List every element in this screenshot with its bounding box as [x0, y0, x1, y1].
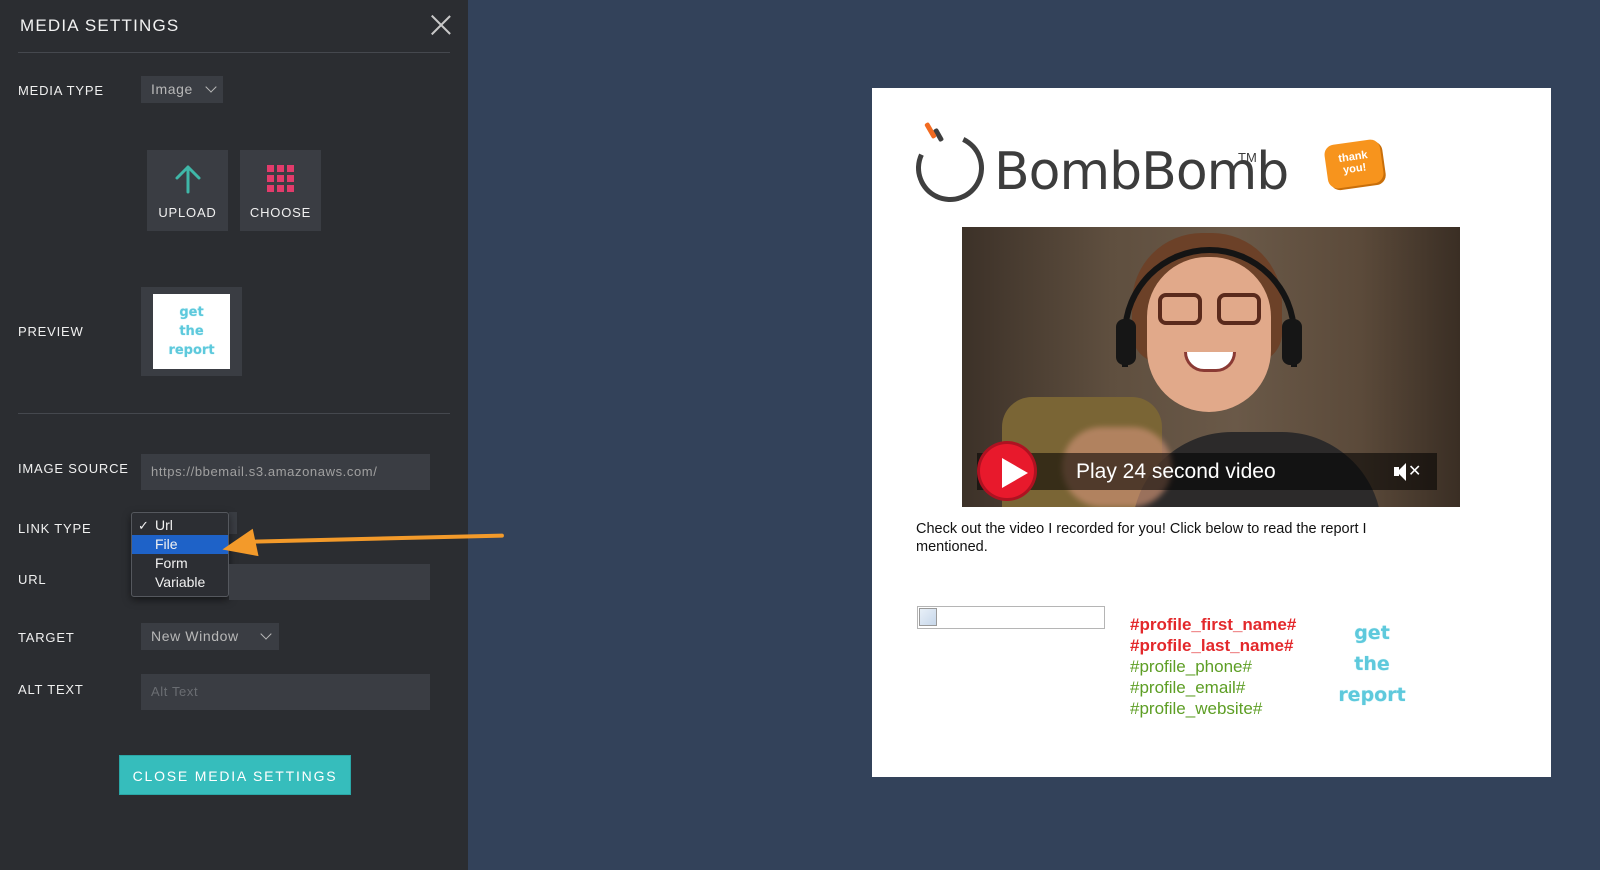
url-input[interactable] [229, 564, 430, 600]
link-type-option-url[interactable]: ✓ Url [132, 516, 228, 535]
media-type-label: MEDIA TYPE [18, 83, 104, 98]
report-word: the [1354, 653, 1390, 675]
signature-first-name: #profile_first_name# [1130, 615, 1297, 634]
video-headset-ear [1116, 319, 1136, 365]
image-source-input[interactable]: https://bbemail.s3.amazonaws.com/ [141, 454, 430, 490]
email-body-text: Check out the video I recorded for you! … [916, 521, 1367, 555]
preview-word: get [179, 305, 204, 320]
option-label: Url [155, 517, 173, 533]
signature-website: #profile_website# [1130, 699, 1263, 718]
signature-email: #profile_email# [1130, 678, 1246, 697]
trademark: TM [1238, 150, 1257, 165]
preview-label: PREVIEW [18, 324, 84, 339]
choose-button[interactable]: CHOOSE [240, 150, 321, 231]
upload-label: UPLOAD [158, 205, 217, 220]
mute-x: ✕ [1408, 463, 1422, 480]
media-type-select[interactable]: Image [141, 76, 223, 103]
preview-word: report [168, 343, 215, 358]
option-label: Form [155, 555, 188, 571]
image-source-label: IMAGE SOURCE [18, 461, 129, 476]
broken-image-icon [917, 606, 1105, 629]
target-label: TARGET [18, 630, 75, 645]
link-type-label: LINK TYPE [18, 521, 92, 536]
target-value: New Window [151, 628, 239, 644]
close-media-settings-button[interactable]: CLOSE MEDIA SETTINGS [119, 755, 351, 795]
signature-block: #profile_first_name# #profile_last_name#… [1130, 614, 1296, 719]
divider [18, 413, 450, 414]
media-settings-panel: MEDIA SETTINGS MEDIA TYPE Image UPLOAD C… [0, 0, 468, 870]
report-word: get [1354, 622, 1390, 644]
alt-text-input[interactable]: Alt Text [141, 674, 430, 710]
report-word: report [1338, 684, 1406, 706]
get-the-report-image[interactable]: get the report [1327, 618, 1417, 711]
bombbomb-logo: BombBomb TM thank you! [906, 116, 1385, 212]
url-label: URL [18, 572, 47, 587]
chevron-down-icon [260, 628, 272, 640]
link-type-option-variable[interactable]: Variable [132, 573, 228, 592]
link-type-option-form[interactable]: Form [132, 554, 228, 573]
alt-text-label: ALT TEXT [18, 682, 84, 697]
video-headset-ear [1282, 319, 1302, 365]
checkmark-icon: ✓ [138, 518, 149, 533]
grid-icon [267, 165, 294, 192]
option-label: Variable [155, 574, 206, 590]
chevron-down-icon [205, 81, 217, 93]
preview-image: get the report [153, 294, 230, 369]
email-preview: BombBomb TM thank you! Play 24 second vi… [872, 88, 1551, 777]
signature-last-name: #profile_last_name# [1130, 636, 1294, 655]
close-icon[interactable] [430, 14, 452, 36]
link-type-dropdown[interactable]: ✓ Url File Form Variable [131, 512, 229, 597]
choose-label: CHOOSE [249, 205, 312, 220]
media-type-value: Image [151, 81, 193, 97]
preview-thumbnail: get the report [141, 287, 242, 376]
target-select[interactable]: New Window [141, 623, 279, 650]
divider [18, 52, 450, 53]
link-type-select[interactable] [229, 512, 237, 534]
mute-icon[interactable]: ✕ [1394, 463, 1422, 481]
upload-button[interactable]: UPLOAD [147, 150, 228, 231]
panel-title: MEDIA SETTINGS [20, 16, 180, 35]
video-thumbnail[interactable]: Play 24 second video ✕ [962, 227, 1460, 507]
bomb-icon [906, 124, 994, 212]
option-label: File [155, 536, 178, 552]
play-icon[interactable] [977, 441, 1037, 501]
upload-arrow-icon [175, 165, 201, 194]
thank-you-badge: thank you! [1323, 138, 1385, 190]
link-type-option-file[interactable]: File [132, 535, 228, 554]
preview-word: the [179, 324, 204, 339]
play-video-text[interactable]: Play 24 second video [1076, 453, 1276, 490]
signature-phone: #profile_phone# [1130, 657, 1252, 676]
speaker-cone [1397, 463, 1406, 481]
